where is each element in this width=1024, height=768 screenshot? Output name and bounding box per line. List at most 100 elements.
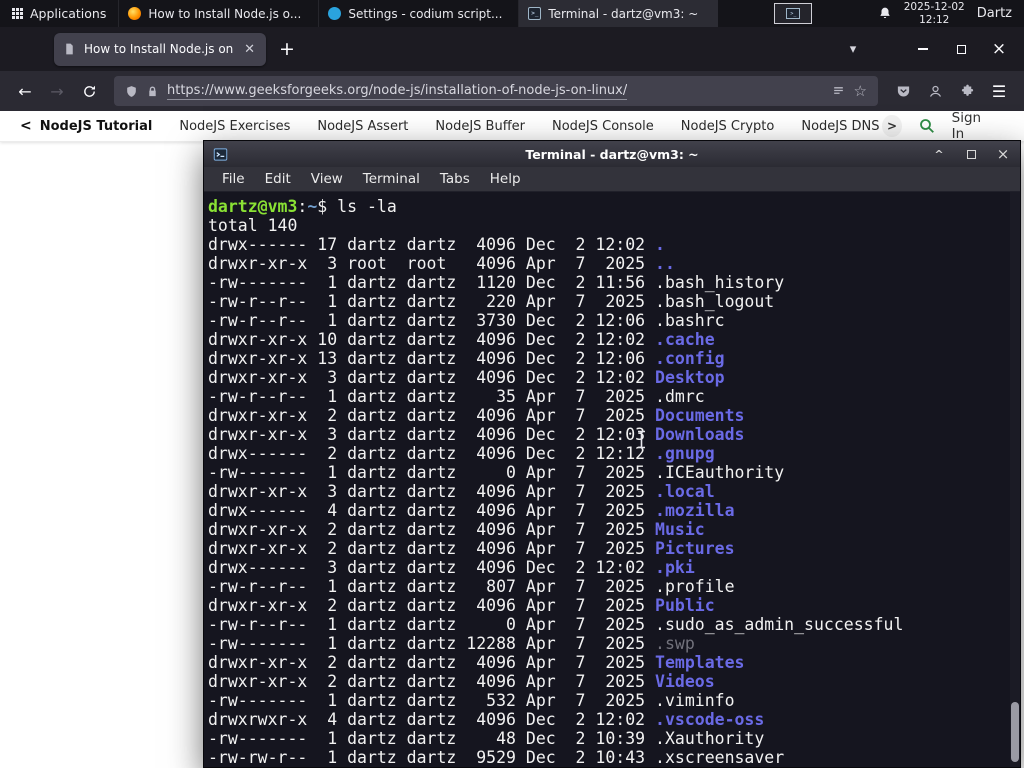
terminal-total-line: total 140 (208, 216, 298, 235)
terminal-listing-row: -rw------- 1 dartz dartz 48 Dec 2 10:39 … (208, 729, 765, 748)
terminal-close-button[interactable]: × (995, 145, 1011, 163)
taskbar-window-label: How to Install Node.js o... (148, 6, 302, 21)
terminal-listing-row: drwxr-xr-x 2 dartz dartz 4096 Apr 7 2025… (208, 539, 735, 558)
site-nav-item[interactable]: NodeJS Console (552, 119, 654, 134)
terminal-body[interactable]: dartz@vm3:~$ ls -la total 140 drwx------ 1… (204, 192, 1020, 767)
tab-title: How to Install Node.js on (84, 42, 234, 56)
taskbar-status-area: 2025-12-02 12:12 Dartz (878, 0, 1024, 27)
workspace-terminal-icon: >_ (786, 8, 801, 19)
clock-date: 2025-12-02 (903, 1, 965, 14)
reader-mode-icon[interactable] (832, 85, 845, 98)
restore-button[interactable] (946, 34, 976, 64)
pocket-icon[interactable] (888, 76, 918, 106)
terminal-listing-row: drwxr-xr-x 3 dartz dartz 4096 Dec 2 12:0… (208, 368, 725, 387)
terminal-listing-row: drwx------ 2 dartz dartz 4096 Dec 2 12:1… (208, 444, 715, 463)
file-name: .swp (655, 634, 695, 653)
file-name: .dmrc (655, 387, 705, 406)
menu-hamburger-icon[interactable]: ☰ (984, 76, 1014, 106)
shield-icon[interactable] (125, 84, 138, 99)
tab-favicon (63, 42, 76, 56)
file-name: Music (655, 520, 705, 539)
site-nav-item[interactable]: NodeJS Buffer (435, 119, 525, 134)
file-name: Pictures (655, 539, 735, 558)
reload-button[interactable] (74, 76, 104, 106)
terminal-scrollbar[interactable] (1010, 192, 1020, 767)
bookmark-star-icon[interactable]: ☆ (854, 82, 867, 100)
terminal-output: dartz@vm3:~$ ls -la total 140 drwx------ 1… (208, 197, 1008, 767)
file-name: .gnupg (655, 444, 715, 463)
account-icon[interactable] (920, 76, 950, 106)
taskbar-window-list: How to Install Node.js o... Settings - co… (118, 0, 719, 27)
site-nav-item[interactable]: NodeJS Assert (317, 119, 408, 134)
terminal-menubar: File Edit View Terminal Tabs Help (204, 167, 1020, 192)
site-nav-item[interactable]: NodeJS Tutorial (40, 119, 153, 134)
taskbar-window-button[interactable]: >_ Terminal - dartz@vm3: ~ (518, 0, 719, 27)
notification-bell-icon[interactable] (878, 6, 892, 21)
taskbar-window-button[interactable]: How to Install Node.js o... (118, 0, 318, 27)
file-name: .cache (655, 330, 715, 349)
site-nav-item[interactable]: NodeJS Exercises (179, 119, 290, 134)
taskbar-clock[interactable]: 2025-12-02 12:12 (904, 1, 965, 25)
taskbar-window-label: Settings - codium script... (348, 6, 503, 21)
back-button[interactable]: ← (10, 76, 40, 106)
terminal-listing-row: drwxr-xr-x 2 dartz dartz 4096 Apr 7 2025… (208, 596, 715, 615)
terminal-listing-row: drwxr-xr-x 3 dartz dartz 4096 Dec 2 12:0… (208, 425, 745, 444)
codium-icon (328, 7, 342, 20)
file-name: .. (655, 254, 675, 273)
terminal-listing-row: drwxr-xr-x 13 dartz dartz 4096 Dec 2 12:… (208, 349, 725, 368)
nav-scroll-right-icon[interactable]: > (882, 115, 902, 137)
terminal-listing-row: drwxrwxr-x 4 dartz dartz 4096 Dec 2 12:0… (208, 710, 765, 729)
file-name: .bashrc (655, 311, 725, 330)
window-controls: × (908, 34, 1014, 64)
terminal-menu-tabs[interactable]: Tabs (430, 171, 480, 187)
clock-time: 12:12 (919, 13, 950, 26)
workspace-switcher[interactable]: >_ (774, 3, 813, 24)
search-icon[interactable] (918, 117, 936, 135)
taskbar-username: Dartz (976, 6, 1012, 21)
file-name: . (655, 235, 665, 254)
file-name: .bash_history (655, 273, 785, 292)
terminal-listing-row: -rw-r--r-- 1 dartz dartz 35 Apr 7 2025 .… (208, 387, 705, 406)
terminal-listing-row: -rw-rw-r-- 1 dartz dartz 9529 Dec 2 10:4… (208, 748, 785, 767)
new-tab-button[interactable]: + (272, 34, 302, 64)
terminal-listing-row: drwx------ 3 dartz dartz 4096 Dec 2 12:0… (208, 558, 695, 577)
url-bar[interactable]: https://www.geeksforgeeks.org/node-js/in… (114, 76, 878, 106)
prompt-user-host: dartz@vm3 (208, 197, 298, 216)
terminal-menu-help[interactable]: Help (480, 171, 531, 187)
lock-icon[interactable] (147, 85, 158, 98)
file-name: .config (655, 349, 725, 368)
browser-tab[interactable]: How to Install Node.js on ✕ (54, 32, 266, 66)
file-name: .viminfo (655, 691, 735, 710)
sign-in-button[interactable]: Sign In (952, 110, 1010, 142)
taskbar-window-button[interactable]: Settings - codium script... (318, 0, 518, 27)
terminal-menu-view[interactable]: View (301, 171, 353, 187)
terminal-maximize-button[interactable] (963, 146, 979, 162)
terminal-scrollbar-thumb[interactable] (1011, 702, 1019, 762)
terminal-listing-row: -rw------- 1 dartz dartz 12288 Apr 7 202… (208, 634, 695, 653)
file-name: Downloads (655, 425, 745, 444)
file-name: .xscreensaver (655, 748, 785, 767)
terminal-listing-row: drwx------ 4 dartz dartz 4096 Apr 7 2025… (208, 501, 735, 520)
extensions-puzzle-icon[interactable] (952, 76, 982, 106)
url-text: https://www.geeksforgeeks.org/node-js/in… (167, 82, 628, 100)
applications-menu-button[interactable]: Applications (0, 0, 118, 27)
site-nav-strip: < NodeJS Tutorial NodeJS Exercises NodeJS … (0, 110, 1024, 142)
list-all-tabs-chevron-icon[interactable]: ▾ (838, 34, 868, 64)
terminal-menu-file[interactable]: File (212, 171, 255, 187)
nav-scroll-left-icon[interactable]: < (14, 118, 38, 134)
terminal-listing-row: drwxr-xr-x 2 dartz dartz 4096 Apr 7 2025… (208, 653, 745, 672)
terminal-listing-row: -rw-r--r-- 1 dartz dartz 0 Apr 7 2025 .s… (208, 615, 904, 634)
file-name: .bash_logout (655, 292, 775, 311)
terminal-prompt-line: dartz@vm3:~$ ls -la (208, 197, 397, 216)
forward-button[interactable]: → (42, 76, 72, 106)
terminal-titlebar[interactable]: Terminal - dartz@vm3: ~ ^ × (204, 141, 1020, 167)
site-nav-item[interactable]: NodeJS DNS (801, 119, 879, 134)
minimize-button[interactable] (908, 34, 938, 64)
site-nav-item[interactable]: NodeJS Crypto (681, 119, 775, 134)
terminal-shade-button[interactable]: ^ (931, 146, 947, 162)
terminal-menu-edit[interactable]: Edit (255, 171, 301, 187)
browser-nav-toolbar: ← → https://www.geeksforgeeks.org/node-j… (0, 71, 1024, 111)
terminal-menu-terminal[interactable]: Terminal (353, 171, 430, 187)
tab-close-icon[interactable]: ✕ (242, 42, 257, 57)
close-button[interactable]: × (984, 34, 1014, 64)
